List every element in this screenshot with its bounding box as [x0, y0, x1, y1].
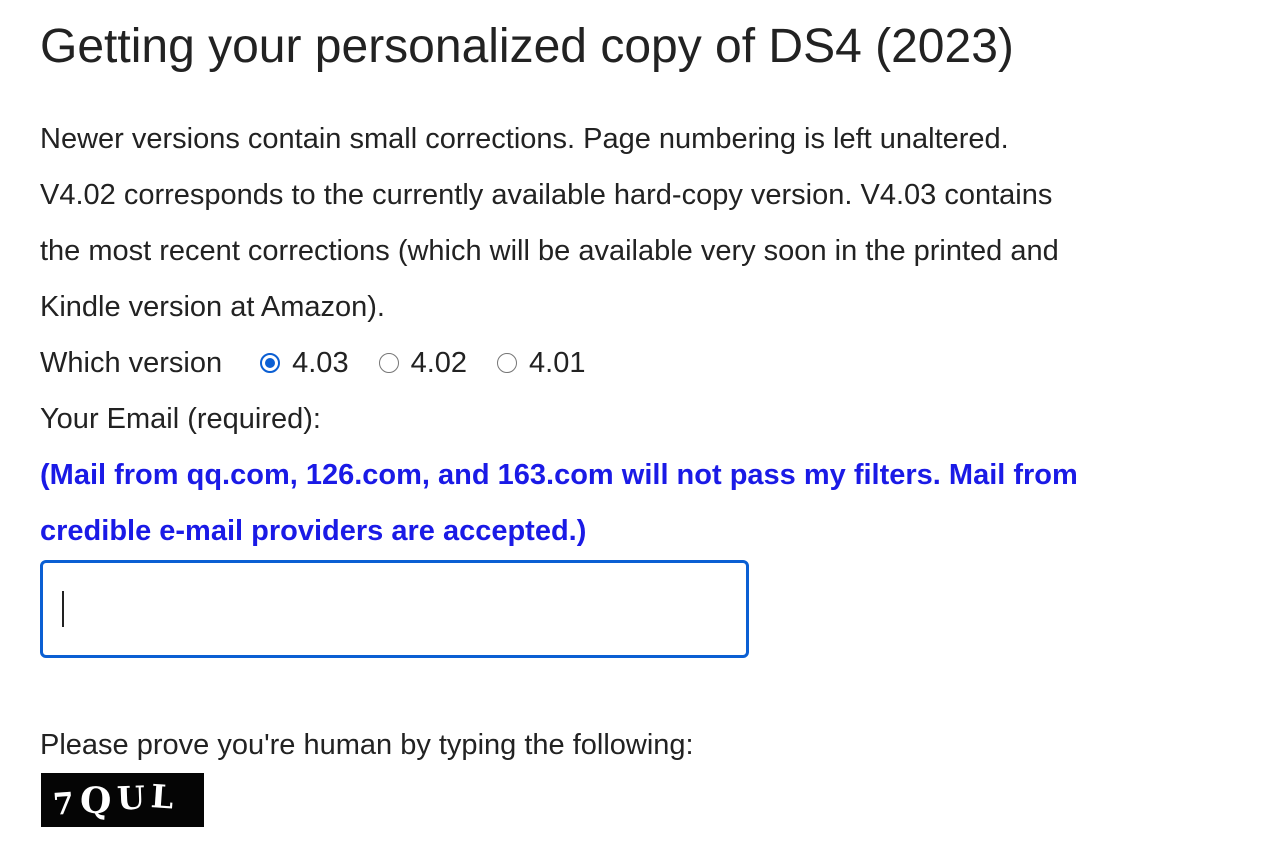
- version-selector: Which version 4.03 4.02 4.01: [40, 335, 615, 391]
- radio-button[interactable]: [497, 353, 518, 373]
- version-option-4-03[interactable]: 4.03: [260, 346, 349, 380]
- version-option-4-02[interactable]: 4.02: [378, 346, 468, 380]
- version-option-label: 4.03: [292, 346, 349, 379]
- email-input[interactable]: [40, 560, 749, 658]
- captcha-image: 7 Q U L: [41, 773, 204, 827]
- text-cursor: [62, 591, 64, 627]
- download-form-page: Getting your personalized copy of DS4 (2…: [0, 0, 1280, 862]
- description-line: V4.02 corresponds to the currently avail…: [40, 179, 1053, 211]
- description-line: the most recent corrections (which will …: [40, 235, 1059, 267]
- version-option-label: 4.02: [410, 346, 468, 379]
- version-label: Which version: [40, 346, 223, 379]
- description-paragraph: Newer versions contain small corrections…: [40, 111, 1160, 335]
- description-line: Newer versions contain small corrections…: [40, 123, 1009, 155]
- version-option-4-01[interactable]: 4.01: [497, 347, 585, 380]
- page-title: Getting your personalized copy of DS4 (2…: [40, 20, 1014, 73]
- email-filter-notice: (Mail from qq.com, 126.com, and 163.com …: [40, 459, 1078, 547]
- radio-button-checked[interactable]: [260, 353, 281, 373]
- captcha-char: L: [149, 777, 181, 817]
- captcha-char: Q: [78, 779, 119, 823]
- email-label: Your Email (required):: [40, 403, 321, 435]
- captcha-prompt: Please prove you're human by typing the …: [40, 729, 694, 761]
- radio-button[interactable]: [378, 353, 399, 373]
- captcha-char: U: [116, 778, 152, 818]
- captcha-char: 7: [51, 785, 82, 823]
- description-line: Kindle version at Amazon).: [40, 291, 385, 323]
- version-option-label: 4.01: [529, 346, 586, 379]
